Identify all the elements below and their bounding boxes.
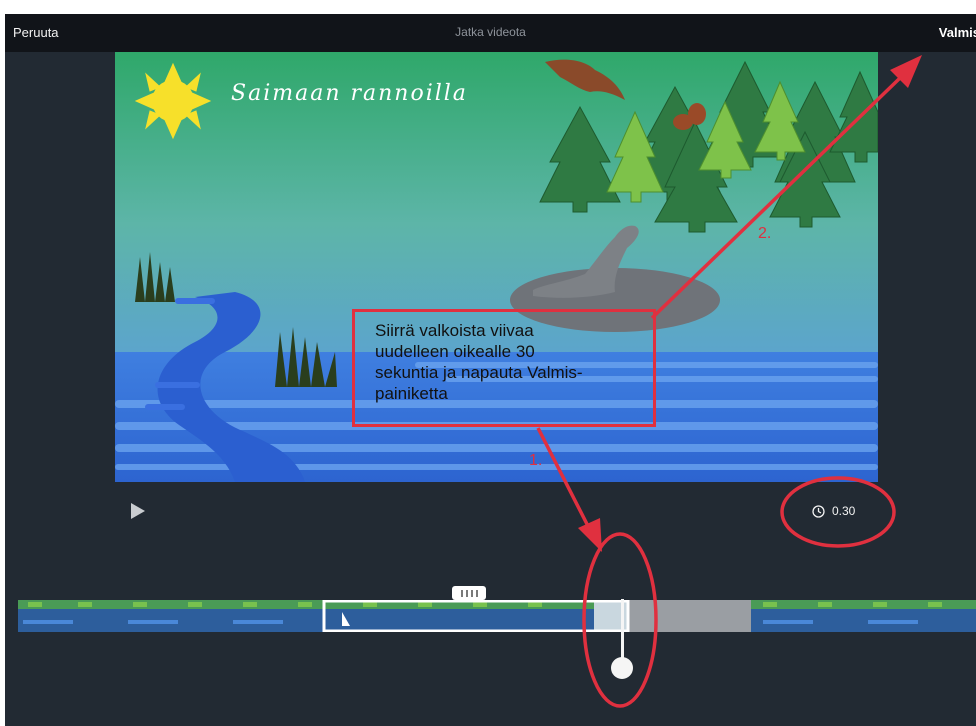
slide-title: Saimaan rannoilla [231,81,468,106]
playhead-handle[interactable] [611,657,633,679]
done-button[interactable]: Valmis [939,25,976,40]
sun-icon [134,62,212,140]
duration-value: 0.30 [832,504,856,518]
instruction-line: sekuntia ja napauta Valmis- [375,363,583,382]
playhead-line[interactable] [621,599,624,662]
play-button[interactable] [129,501,149,521]
selection-handle[interactable] [452,586,486,600]
play-icon [131,503,145,519]
clock-icon [812,504,825,518]
step-1-label: 1. [529,452,543,469]
duration-display: 0.30 [812,504,855,518]
instruction-line: Siirrä valkoista viivaa [375,321,534,340]
top-bar: Peruuta Jatka videota Valmis [5,14,976,52]
instruction-callout: Siirrä valkoista viivaa uudelleen oikeal… [352,309,656,427]
step-2-label: 2. [758,225,772,242]
instruction-line: painiketta [375,384,448,403]
timeline-filmstrip[interactable] [18,600,976,632]
instruction-line: uudelleen oikealle 30 [375,342,535,361]
page-title: Jatka videota [455,25,526,39]
